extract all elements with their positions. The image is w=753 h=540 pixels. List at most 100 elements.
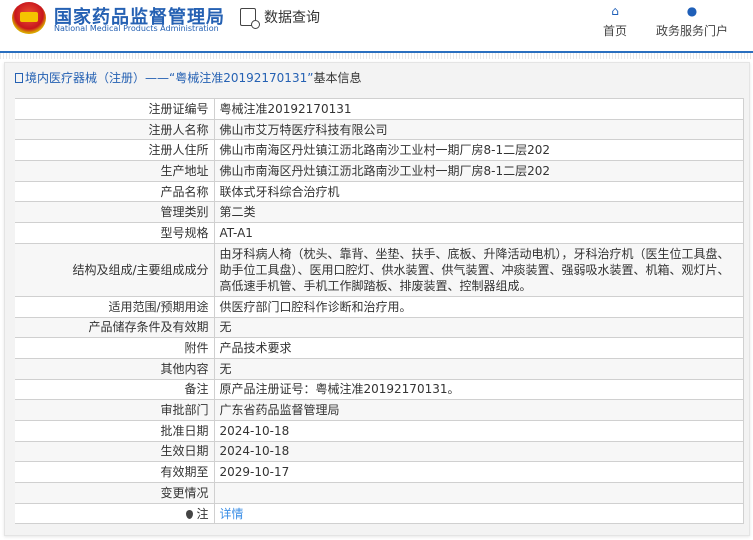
row-label: 审批部门 (15, 399, 215, 421)
row-label: 有效期至 (15, 461, 215, 483)
row-value: 广东省药品监督管理局 (213, 399, 744, 421)
row-label: 变更情况 (15, 482, 215, 504)
row-value-text: 2024-10-18 (219, 423, 290, 438)
data-query-heading: 数据查询 (240, 7, 320, 29)
row-value-text: 佛山市南海区丹灶镇江沥北路南沙工业村一期厂房8-1二层202 (219, 143, 551, 158)
row-value-text: 产品技术要求 (219, 341, 292, 356)
row-label: 型号规格 (15, 222, 215, 244)
row-value-text: 广东省药品监督管理局 (219, 403, 340, 418)
table-row: 适用范围/预期用途 供医疗部门口腔科作诊断和治疗用。 (15, 295, 744, 318)
row-value: 2024-10-18 (213, 419, 744, 442)
row-value: 无 (213, 316, 744, 339)
row-value: 佛山市南海区丹灶镇江沥北路南沙工业村一期厂房8-1二层202 (213, 139, 744, 162)
row-label: 其他内容 (15, 357, 215, 380)
site-header: 国家药品监督管理局 National Medical Products Admi… (0, 0, 753, 53)
row-label: 结构及组成/主要组成成分 (15, 242, 215, 297)
row-value-text: AT-A1 (219, 225, 253, 240)
row-label: 批准日期 (15, 419, 215, 442)
row-label-text: 管理类别 (160, 205, 209, 220)
row-value: 原产品注册证号：粤械注准20192170131。 (213, 378, 744, 401)
pin-icon (186, 509, 194, 519)
row-label: 注册人住所 (15, 139, 215, 162)
row-label-text: 生效日期 (160, 444, 209, 459)
row-label: 注册证编号 (15, 98, 215, 120)
row-label-text: 生产地址 (160, 163, 209, 178)
row-value-text: 粤械注准20192170131 (219, 101, 352, 116)
row-label: 注 (15, 502, 215, 525)
document-search-icon (240, 8, 260, 29)
row-value-text: 第二类 (219, 205, 256, 220)
row-label-text: 附件 (184, 341, 209, 356)
row-value (213, 482, 744, 504)
row-value-text: 由牙科病人椅（枕头、靠背、坐垫、扶手、底板、升降活动电机），牙科治疗机（医生位工… (219, 246, 730, 293)
row-value: AT-A1 (213, 222, 744, 244)
table-row: 附件 产品技术要求 (15, 337, 744, 359)
table-row: 其他内容无 (15, 357, 744, 380)
table-row: 备注 原产品注册证号：粤械注准20192170131。 (15, 378, 744, 401)
row-label: 附件 (15, 337, 215, 359)
panel-title: 境内医疗器械（注册）——“粤械注准20192170131”基本信息 (5, 63, 749, 93)
national-emblem-logo (12, 2, 46, 34)
row-value-text: 2029-10-17 (219, 465, 290, 480)
details-link[interactable]: 详情 (220, 507, 244, 521)
row-value-text: 联体式牙科综合治疗机 (219, 184, 340, 199)
row-label-text: 备注 (184, 382, 209, 397)
row-value: 佛山市艾万特医疗科技有限公司 (213, 118, 744, 141)
row-label-text: 其他内容 (160, 361, 209, 376)
table-row: 产品储存条件及有效期无 (15, 316, 744, 339)
row-value-text: 2024-10-18 (219, 444, 290, 459)
row-value-text: 供医疗部门口腔科作诊断和治疗用。 (219, 299, 412, 314)
table-row: 注册证编号 粤械注准20192170131 (15, 98, 744, 120)
row-label: 备注 (15, 378, 215, 401)
row-label: 生产地址 (15, 160, 215, 182)
row-label-text: 批准日期 (160, 423, 209, 438)
row-value-text: 佛山市南海区丹灶镇江沥北路南沙工业村一期厂房8-1二层202 (219, 163, 551, 178)
row-value: 2029-10-17 (213, 461, 744, 483)
row-value: 第二类 (213, 201, 744, 224)
table-row: 注册人名称 佛山市艾万特医疗科技有限公司 (15, 118, 744, 141)
nav-service-portal-label: 政务服务门户 (656, 24, 729, 38)
row-value: 产品技术要求 (213, 337, 744, 359)
row-label-text: 变更情况 (160, 485, 209, 500)
data-query-label: 数据查询 (264, 10, 320, 26)
table-row: 有效期至 2029-10-17 (15, 461, 744, 483)
row-label: 产品名称 (15, 180, 215, 203)
brand-subtitle: National Medical Products Administration (54, 24, 219, 33)
table-row: 审批部门 广东省药品监督管理局 (15, 399, 744, 421)
row-label-text: 有效期至 (160, 465, 209, 480)
row-value-text: 无 (219, 320, 232, 335)
row-label-text: 注册证编号 (148, 101, 209, 116)
user-icon: ● (686, 4, 698, 18)
row-value-text: 原产品注册证号：粤械注准20192170131。 (219, 382, 460, 397)
table-row: 结构及组成/主要组成成分 由牙科病人椅（枕头、靠背、坐垫、扶手、底板、升降活动电机… (15, 242, 744, 297)
title-suffix: 基本信息 (313, 71, 362, 85)
nav-home[interactable]: ⌂ 首页 (603, 4, 627, 39)
row-label-text: 适用范围/预期用途 (108, 299, 209, 314)
row-label-text: 注册人名称 (148, 122, 209, 137)
row-value: 粤械注准20192170131 (213, 98, 744, 120)
table-row: 注册人住所 佛山市南海区丹灶镇江沥北路南沙工业村一期厂房8-1二层202 (15, 139, 744, 162)
table-row: 型号规格 AT-A1 (15, 222, 744, 244)
row-value: 联体式牙科综合治疗机 (213, 180, 744, 203)
nav-service-portal[interactable]: ● 政务服务门户 (656, 4, 728, 39)
table-row: 批准日期 2024-10-18 (15, 419, 744, 442)
row-label-text: 注册人住所 (148, 143, 209, 158)
title-prefix: 境内医疗器械（注册）—— (25, 71, 170, 85)
row-label-text: 型号规格 (160, 225, 209, 240)
table-row: 产品名称 联体式牙科综合治疗机 (15, 180, 744, 203)
row-label-text: 结构及组成/主要组成成分 (72, 262, 209, 277)
row-value: 佛山市南海区丹灶镇江沥北路南沙工业村一期厂房8-1二层202 (213, 160, 744, 182)
table-row: 生产地址 佛山市南海区丹灶镇江沥北路南沙工业村一期厂房8-1二层202 (15, 160, 744, 182)
table-row: 管理类别 第二类 (15, 201, 744, 224)
row-label: 注册人名称 (15, 118, 215, 141)
table-row: 生效日期 2024-10-18 (15, 440, 744, 463)
row-label-text: 注 (196, 506, 209, 521)
book-icon (15, 73, 23, 83)
table-row: 注详情 (15, 502, 744, 525)
detail-panel: 境内医疗器械（注册）——“粤械注准20192170131”基本信息 注册证编号粤… (4, 62, 750, 536)
nav-home-label: 首页 (603, 24, 628, 38)
row-value: 供医疗部门口腔科作诊断和治疗用。 (213, 295, 744, 318)
row-label: 管理类别 (15, 201, 215, 224)
row-label: 生效日期 (15, 440, 215, 463)
row-value-text: 佛山市艾万特医疗科技有限公司 (219, 122, 388, 137)
